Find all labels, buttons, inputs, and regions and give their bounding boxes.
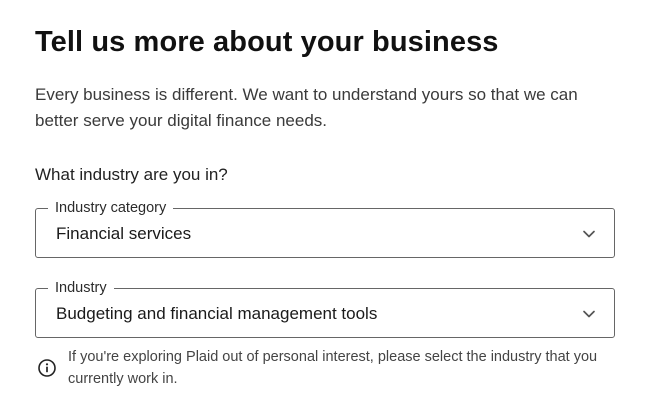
industry-select[interactable]: Industry Budgeting and financial managem…: [35, 279, 615, 338]
intro-text: Every business is different. We want to …: [35, 85, 578, 130]
industry-category-value: Financial services: [56, 224, 192, 243]
note-text: If you're exploring Plaid out of persona…: [68, 349, 598, 387]
industry-category-select[interactable]: Industry category Financial services: [35, 199, 615, 258]
chevron-down-icon: [582, 227, 596, 241]
info-icon: [37, 358, 57, 378]
industry-value: Budgeting and financial management tools: [56, 304, 378, 323]
industry-category-label: Industry category: [48, 199, 174, 217]
page-title: Tell us more about your business: [35, 26, 499, 58]
industry-label: Industry: [48, 279, 114, 297]
chevron-down-icon: [582, 307, 596, 321]
industry-question: What industry are you in?: [35, 165, 228, 184]
